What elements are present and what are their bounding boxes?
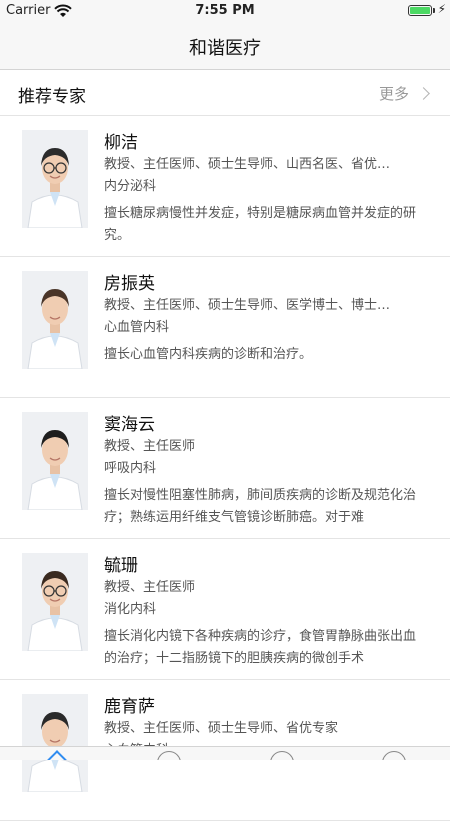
doctor-titles: 教授、主任医师 <box>104 580 196 595</box>
doctor-specialty: 擅长糖尿病慢性并发症，特别是糖尿病血管并发症的研究。 <box>104 206 417 243</box>
status-time: 7:55 PM <box>195 3 255 18</box>
info-icon[interactable] <box>157 751 181 760</box>
doctor-name: 柳洁 <box>104 133 138 153</box>
doctor-avatar <box>22 271 88 369</box>
doctor-titles: 教授、主任医师、硕士生导师、省优专家 <box>104 721 339 736</box>
navigation-bar: 和谐医疗 <box>0 22 450 70</box>
status-bar: Carrier 7:55 PM ⚡ <box>0 0 450 22</box>
more-button[interactable]: 更多 <box>378 83 430 104</box>
expert-list: 柳洁 教授、主任医师、硕士生导师、山西名医、省优… 内分泌科 擅长糖尿病慢性并发… <box>0 116 450 821</box>
battery-cap <box>433 8 435 13</box>
section-title: 推荐专家 <box>18 87 86 107</box>
doctor-avatar <box>22 130 88 228</box>
doctor-name: 房振英 <box>104 274 155 294</box>
charging-bolt-icon: ⚡ <box>437 2 446 16</box>
doctor-titles: 教授、主任医师、硕士生导师、山西名医、省优… <box>104 157 391 172</box>
doctor-name: 鹿育萨 <box>104 697 155 717</box>
doctor-department: 心血管内科 <box>104 320 170 335</box>
doctor-row[interactable]: 毓珊 教授、主任医师 消化内科 擅长消化内镜下各种疾病的诊疗，食管胃静脉曲张出血… <box>0 539 450 680</box>
doctor-name: 毓珊 <box>104 556 138 576</box>
doctor-titles: 教授、主任医师、硕士生导师、医学博士、博士… <box>104 298 391 313</box>
battery-icon <box>408 5 432 16</box>
doctor-row[interactable]: 柳洁 教授、主任医师、硕士生导师、山西名医、省优… 内分泌科 擅长糖尿病慢性并发… <box>0 116 450 257</box>
doctor-specialty: 擅长对慢性阻塞性肺病，肺间质疾病的诊断及规范化治疗；熟练运用纤维支气管镜诊断肺癌… <box>104 488 417 525</box>
doctor-name: 窦海云 <box>104 415 155 435</box>
doctor-row[interactable]: 窦海云 教授、主任医师 呼吸内科 擅长对慢性阻塞性肺病，肺间质疾病的诊断及规范化… <box>0 398 450 539</box>
doctor-specialty: 擅长消化内镜下各种疾病的诊疗，食管胃静脉曲张出血的治疗；十二指肠镜下的胆胰疾病的… <box>104 629 417 666</box>
more-label: 更多 <box>378 85 409 103</box>
recommended-experts-header: 推荐专家 更多 <box>0 70 450 116</box>
tab-icon-4[interactable] <box>382 751 406 760</box>
page-title: 和谐医疗 <box>189 38 261 59</box>
tab-bar <box>0 746 450 760</box>
tab-icon-3[interactable] <box>270 751 294 760</box>
doctor-department: 呼吸内科 <box>104 461 157 476</box>
home-icon[interactable] <box>47 750 67 760</box>
chevron-right-icon <box>417 87 430 100</box>
doctor-department: 消化内科 <box>104 602 157 617</box>
doctor-avatar <box>22 694 88 792</box>
doctor-department: 内分泌科 <box>104 179 157 194</box>
doctor-specialty: 擅长心血管内科疾病的诊断和治疗。 <box>104 347 313 362</box>
doctor-titles: 教授、主任医师 <box>104 439 196 454</box>
doctor-row[interactable]: 房振英 教授、主任医师、硕士生导师、医学博士、博士… 心血管内科 擅长心血管内科… <box>0 257 450 398</box>
doctor-avatar <box>22 412 88 510</box>
doctor-specialty <box>104 767 424 811</box>
doctor-avatar <box>22 553 88 651</box>
